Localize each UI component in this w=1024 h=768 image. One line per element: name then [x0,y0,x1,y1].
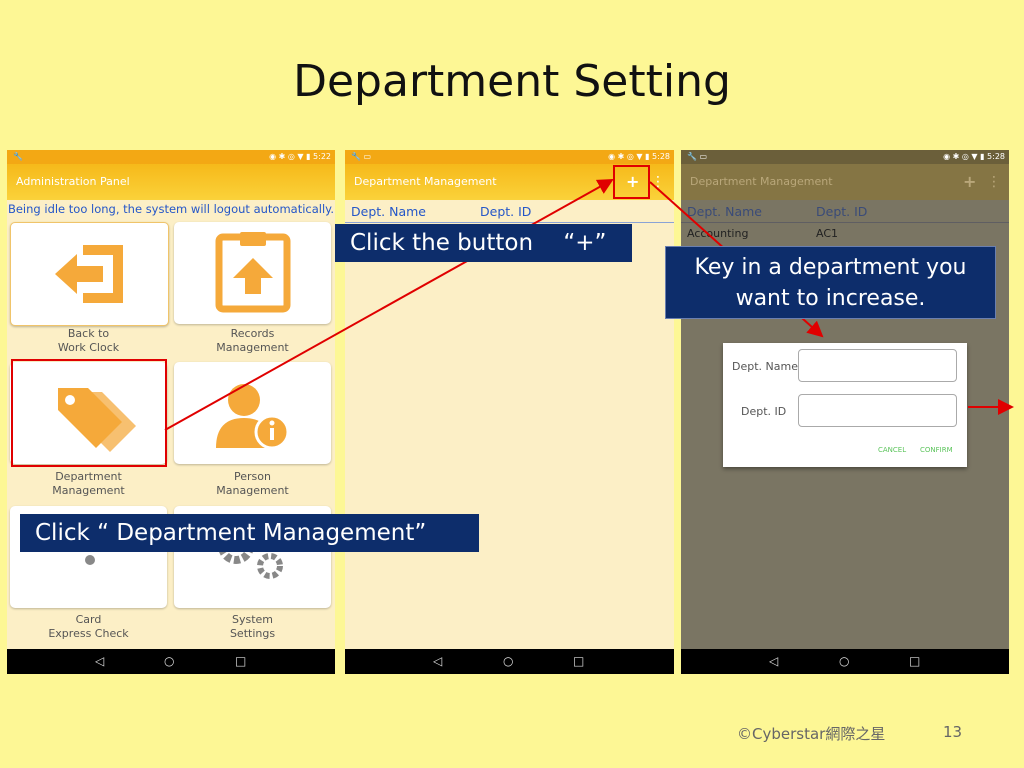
page-number: 13 [943,723,963,741]
callout-click-department-management: Click “ Department Management” [20,514,479,552]
annotation-arrows [164,179,1014,431]
callout-click-plus: Click the button “+” [335,224,632,262]
callout-line: Key in a department you [694,255,967,280]
arrow-to-add-button [164,179,614,431]
copyright-footer: ©Cyberstar網際之星 [737,725,886,743]
callout-line: want to increase. [735,286,926,311]
callout-key-in-department: Key in a department you want to increase… [665,246,996,319]
